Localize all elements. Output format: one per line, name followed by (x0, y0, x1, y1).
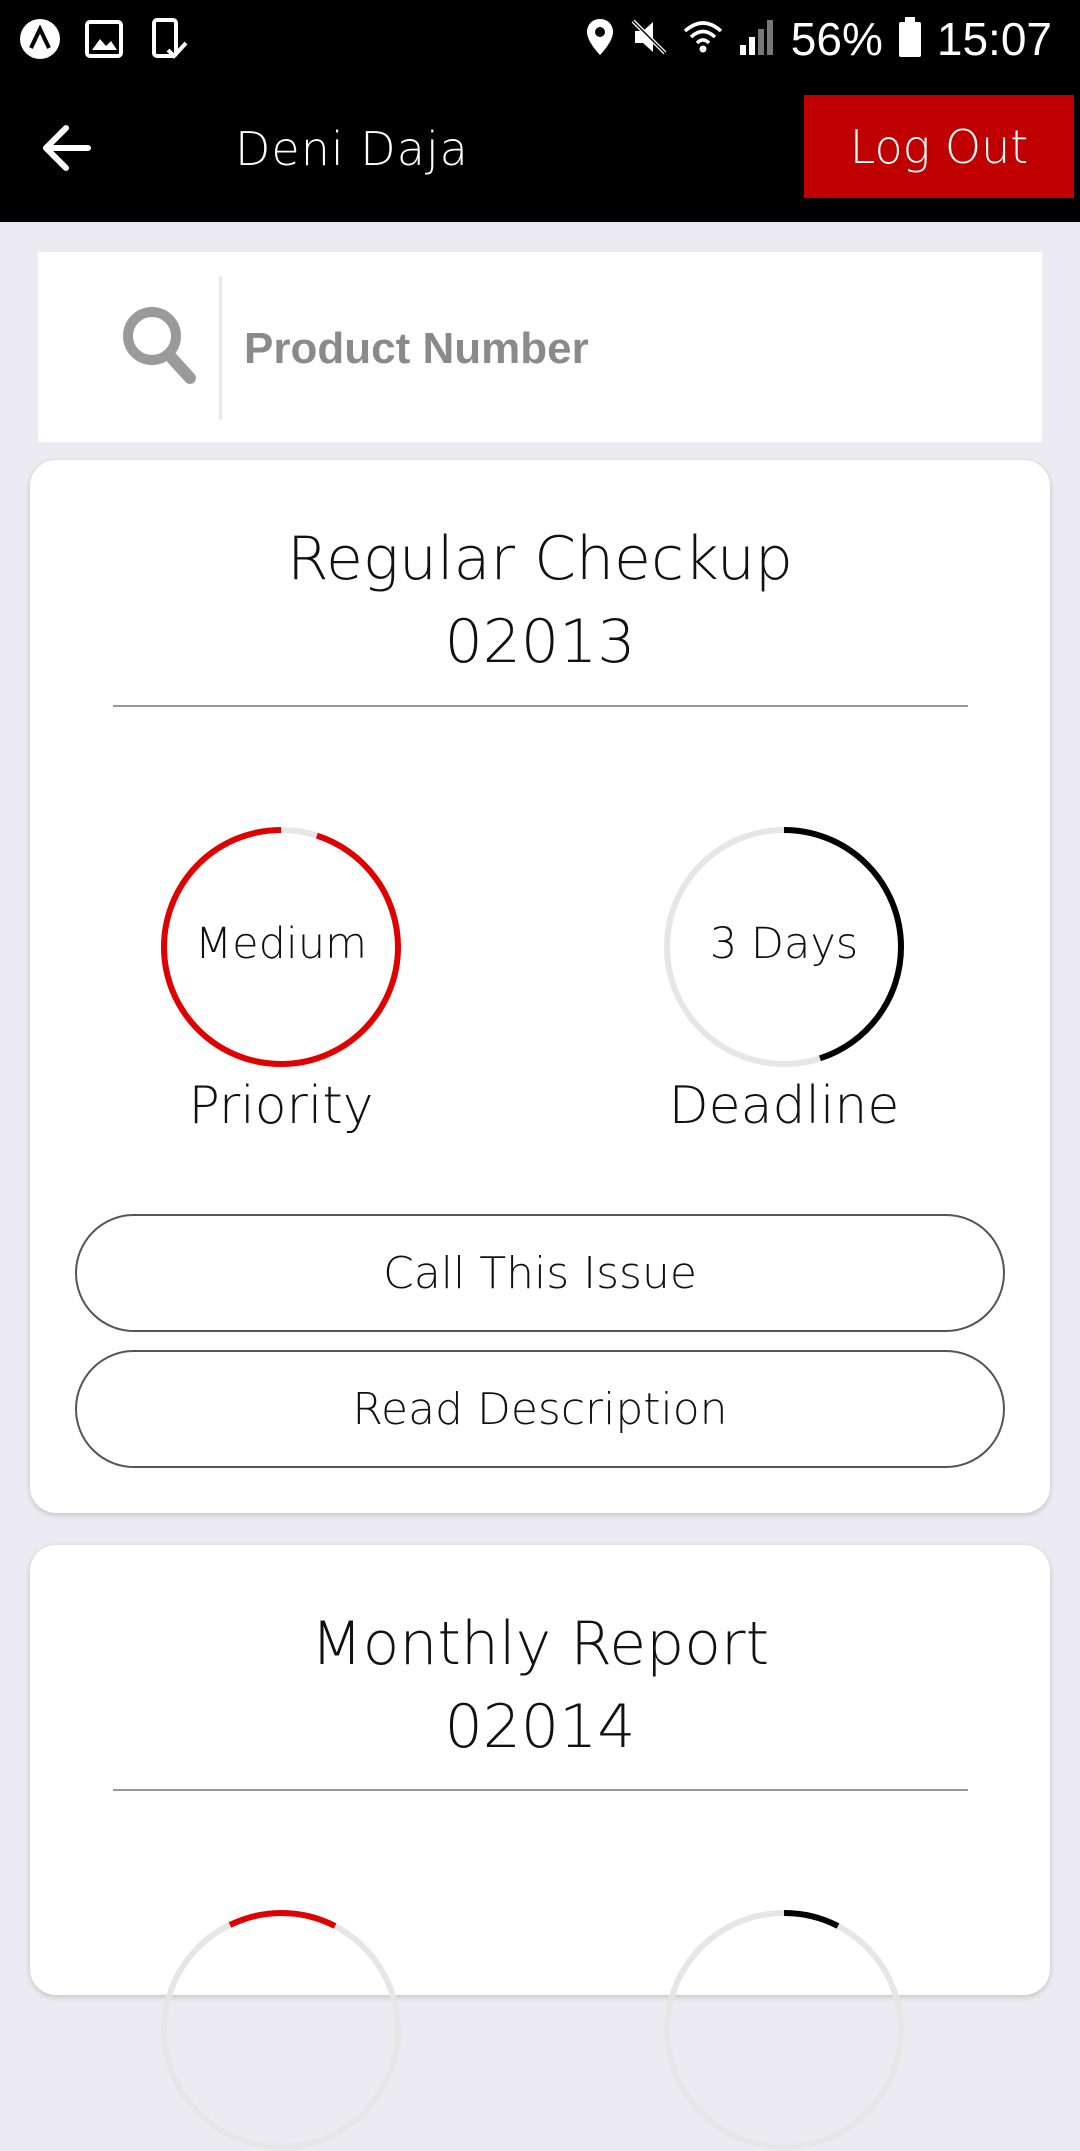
search-icon[interactable] (120, 304, 198, 388)
card-divider (113, 1789, 968, 1791)
deadline-ring (664, 1909, 904, 2150)
issue-card: Regular Checkup 02013 Medium Priority 3 … (30, 460, 1050, 1513)
deadline-label: Deadline (668, 1076, 900, 1136)
priority-label: Priority (188, 1076, 374, 1136)
priority-ring (161, 1909, 401, 2150)
issue-title: Monthly Report (310, 1609, 770, 1679)
logout-button[interactable]: Log Out (804, 95, 1074, 198)
search-divider (219, 276, 222, 420)
wifi-icon (683, 17, 723, 61)
mute-icon (629, 17, 669, 61)
card-title: Regular Checkup 02013 (30, 518, 1050, 684)
device-check-icon (146, 17, 190, 61)
gallery-icon (82, 17, 126, 61)
search-bar (38, 252, 1042, 442)
priority-value: Medium (195, 919, 367, 969)
issue-number: 02013 (444, 607, 636, 677)
call-issue-button[interactable]: Call This Issue (75, 1214, 1005, 1332)
status-bar: 56% 15:07 (0, 0, 1080, 78)
issue-number: 02014 (444, 1692, 636, 1762)
user-name: Deni Daja (235, 122, 469, 176)
card-divider (113, 705, 968, 707)
signal-icon (737, 17, 777, 61)
location-icon (585, 17, 615, 61)
battery-icon (897, 15, 923, 63)
read-description-button[interactable]: Read Description (75, 1350, 1005, 1468)
issue-card: Monthly Report 02014 (30, 1545, 1050, 2150)
issue-title: Regular Checkup (287, 524, 793, 594)
battery-percent: 56% (790, 13, 883, 65)
app-bar: Deni Daja Log Out (0, 78, 1080, 222)
system-icons: 56% 15:07 (585, 12, 1052, 66)
arrow-left-icon[interactable] (36, 116, 100, 180)
app-a-icon (18, 17, 62, 61)
clock: 15:07 (936, 13, 1052, 65)
card-title: Monthly Report 02014 (30, 1603, 1050, 1769)
notification-icons (18, 17, 190, 61)
deadline-value: 3 Days (709, 919, 859, 969)
product-number-input[interactable] (244, 314, 1004, 384)
